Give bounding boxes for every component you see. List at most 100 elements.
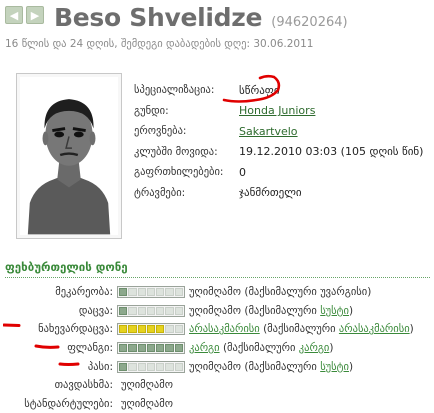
- skill-meter-segment: [165, 325, 174, 334]
- skill-meter-segment: [146, 344, 156, 353]
- skill-meter-segment: [119, 306, 128, 315]
- skill-meter: [117, 360, 185, 373]
- skill-description: უღიმღამო: [121, 379, 173, 391]
- info-value: ჯანმრთელი: [239, 186, 302, 200]
- skill-level-word: უღიმღამო: [189, 286, 241, 299]
- skill-level-word: უღიმღამო: [189, 304, 241, 317]
- red-mark-wing: [34, 344, 60, 349]
- skill-meter: [117, 286, 185, 299]
- skill-description: არასაკმარისი (მაქსიმალური არასაკმარისი): [189, 323, 414, 336]
- skill-meter-segment: [146, 362, 156, 371]
- skill-level-word: არასაკმარისი: [189, 323, 260, 336]
- skill-meter: [117, 342, 185, 355]
- skill-level-word: უღიმღამო: [121, 397, 173, 410]
- player-id: (94620264): [271, 15, 348, 30]
- skill-max-prefix: (მაქსიმალური: [222, 342, 296, 355]
- red-mark-passing: [58, 362, 80, 366]
- player-title: Beso Shvelidze (94620264): [54, 3, 348, 32]
- player-silhouette-image: [20, 77, 118, 235]
- skill-meter-segment: [165, 288, 174, 297]
- skill-label: მეკარეობა:: [55, 286, 113, 299]
- skill-meter-segment: [165, 306, 174, 315]
- skill-meter-segment: [146, 288, 156, 297]
- red-mark-midfield: [3, 323, 21, 327]
- skill-meter-segment: [128, 362, 137, 371]
- skill-description: უღიმღამო (მაქსიმალური სუსტი): [189, 304, 354, 317]
- skill-meter-segment: [137, 306, 146, 315]
- skill-meter: [117, 323, 185, 336]
- skill-meter-segment: [128, 344, 137, 353]
- info-link[interactable]: Honda Juniors: [239, 104, 315, 117]
- info-value: 19.12.2010 03:03 (105 დღის წინ): [239, 145, 424, 159]
- info-label: კლუბში მოვიდა:: [134, 145, 218, 158]
- info-value: 0: [239, 165, 246, 179]
- skill-level-word: უღიმღამო: [121, 379, 173, 392]
- skill-meter-segment: [174, 362, 183, 371]
- skill-description: კარგი (მაქსიმალური კარგი): [189, 342, 334, 355]
- info-row: სპეციალიზაცია: სწრაფი: [134, 80, 434, 101]
- skill-meter-segment: [137, 362, 146, 371]
- skill-meter-segment: [119, 344, 128, 353]
- skill-meter-segment: [156, 306, 165, 315]
- skill-row: ნახევარდაცვა: არასაკმარისი (მაქსიმალური ა…: [0, 320, 434, 339]
- skill-row: დაცვა: უღიმღამო (მაქსიმალური სუსტი): [0, 302, 434, 321]
- skill-meter-segment: [146, 325, 156, 334]
- skill-max-word: სუსტი: [320, 360, 349, 373]
- info-link[interactable]: Sakartvelo: [239, 125, 298, 138]
- skill-meter-segment: [128, 288, 137, 297]
- skill-meter-segment: [156, 362, 165, 371]
- skill-label: თავდასხმა:: [54, 379, 113, 392]
- skills-table: მეკარეობა: უღიმღამო (მაქსიმალური უვარგისი…: [0, 283, 434, 413]
- skill-meter-segment: [119, 288, 128, 297]
- skill-meter-segment: [137, 325, 146, 334]
- skill-max-word: უვარგისი: [320, 286, 368, 299]
- skill-level-word: უღიმღამო: [189, 360, 241, 373]
- next-player-button[interactable]: ▶: [26, 6, 44, 24]
- skill-meter-segment: [156, 325, 165, 334]
- skill-label: დაცვა:: [78, 304, 113, 317]
- skill-max-word: კარგი: [298, 342, 330, 355]
- skills-section-title: ფეხბურთელის დონე: [5, 260, 128, 274]
- skill-meter-segment: [165, 362, 174, 371]
- info-row: კლუბში მოვიდა: 19.12.2010 03:03 (105 დღის…: [134, 142, 434, 163]
- skill-level-word: კარგი: [189, 342, 220, 355]
- skill-meter-segment: [137, 288, 146, 297]
- skill-meter-segment: [128, 306, 137, 315]
- info-label: გუნდი:: [134, 104, 169, 117]
- info-row: ეროვნება: Sakartvelo: [134, 121, 434, 142]
- skill-row: თავდასხმა: უღიმღამო: [0, 376, 434, 395]
- skill-meter-segment: [174, 306, 183, 315]
- skill-meter-segment: [119, 362, 128, 371]
- info-row: ტრავმები: ჯანმრთელი: [134, 183, 434, 204]
- skill-meter-segment: [174, 344, 183, 353]
- skill-max-prefix: (მაქსიმალური: [263, 323, 336, 336]
- info-label: ეროვნება:: [134, 125, 187, 138]
- info-row: გაფრთხილებები: 0: [134, 162, 434, 183]
- skill-meter-segment: [137, 344, 146, 353]
- skill-meter-segment: [174, 325, 183, 334]
- skill-label: სტანდარტულები:: [24, 397, 113, 410]
- info-row: გუნდი: Honda Juniors: [134, 101, 434, 122]
- player-name: Beso Shvelidze: [54, 3, 263, 32]
- red-circle-annotation: [222, 74, 281, 103]
- skill-max-word: არასაკმარისი: [338, 323, 410, 336]
- skill-max-prefix: (მაქსიმალური: [244, 360, 317, 373]
- info-label: ტრავმები:: [134, 186, 186, 199]
- skill-max-prefix: (მაქსიმალური: [244, 304, 317, 317]
- skill-max-word: სუსტი: [320, 304, 349, 317]
- skill-max-prefix: (მაქსიმალური: [244, 286, 317, 299]
- info-label: გაფრთხილებები:: [134, 166, 224, 179]
- skill-meter-segment: [146, 306, 156, 315]
- skill-row: სტანდარტულები: უღიმღამო: [0, 395, 434, 413]
- arrow-left-icon: ◀: [9, 8, 19, 22]
- player-info-table: სპეციალიზაცია: სწრაფი გუნდი: Honda Juniors ე…: [134, 80, 434, 203]
- skill-meter-segment: [128, 325, 137, 334]
- skill-description: უღიმღამო (მაქსიმალური სუსტი): [189, 360, 354, 373]
- skill-meter-segment: [174, 288, 183, 297]
- player-age-line: 16 წლის და 24 დღის, შემდეგი დაბადების დღ…: [5, 38, 314, 50]
- skill-meter-segment: [119, 325, 128, 334]
- section-divider: [5, 277, 430, 278]
- skill-description: უღიმღამო (მაქსიმალური უვარგისი): [189, 286, 372, 299]
- skill-row: მეკარეობა: უღიმღამო (მაქსიმალური უვარგისი…: [0, 283, 434, 302]
- previous-player-button[interactable]: ◀: [5, 6, 23, 24]
